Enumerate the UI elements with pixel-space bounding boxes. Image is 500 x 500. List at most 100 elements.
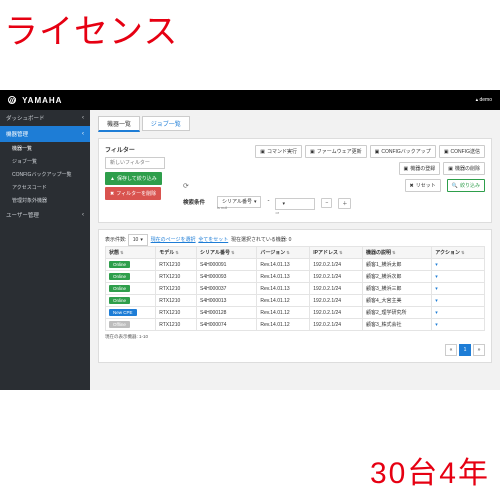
action-toolbar: ▣ コマンド実行 ▣ ファームウェア更新 ▣ CONFIGバックアップ ▣ CO…: [183, 145, 485, 158]
tab-device-list[interactable]: 機器一覧: [98, 116, 140, 132]
cond-or-label: or: [275, 210, 279, 215]
cell-ip: 192.0.2.1/24: [310, 307, 363, 319]
user-menu[interactable]: ▴ demo: [476, 97, 492, 103]
tab-job-list[interactable]: ジョブ一覧: [142, 116, 190, 131]
table-row[interactable]: Offline RTX1210S4H000074Rev.14.01.12192.0…: [106, 319, 485, 331]
chevron-left-icon: ‹: [82, 212, 84, 218]
cell-ip: 192.0.2.1/24: [310, 295, 363, 307]
cfg-send-button[interactable]: ▣ CONFIG送信: [439, 145, 485, 158]
table-footer-note: 現在の表示機器: 1-10: [105, 334, 485, 340]
license-title: ライセンス: [4, 4, 178, 53]
table-row[interactable]: New CPERTX1210S4H000128Rev.14.01.12192.0…: [106, 307, 485, 319]
cell-desc: 顧客1_横浜太郎: [362, 259, 431, 271]
subnav-device-list[interactable]: 機器一覧: [0, 142, 90, 155]
status-badge: Online: [109, 297, 130, 304]
subnav-unmanaged[interactable]: 管理対象外機器: [0, 194, 90, 207]
cell-desc: 顧客3_横浜三郎: [362, 283, 431, 295]
cfg-backup-button[interactable]: ▣ CONFIGバックアップ: [370, 145, 436, 158]
cell-desc: 顧客2_理学研究所: [362, 307, 431, 319]
cell-model: RTX1210: [156, 319, 197, 331]
cell-action[interactable]: ▾: [432, 319, 485, 331]
status-badge: Online: [109, 285, 130, 292]
table-row[interactable]: OnlineRTX1210S4H000091Rev.14.01.13192.0.…: [106, 259, 485, 271]
status-badge: New CPE: [109, 309, 137, 316]
cell-serial: S4H000091: [197, 259, 257, 271]
perpage-select[interactable]: 10: [128, 234, 148, 246]
cell-model: RTX1210: [156, 295, 197, 307]
device-delete-button[interactable]: ▣ 機器の削除: [443, 162, 485, 175]
filter-name-input[interactable]: [105, 157, 165, 169]
col-6[interactable]: アクション: [432, 247, 485, 259]
cond-remove-button[interactable]: −: [321, 198, 332, 208]
select-page-link[interactable]: 現在のページを選択: [151, 237, 196, 243]
topbar: YAMAHA ▴ demo: [0, 90, 500, 110]
cell-serial: S4H000074: [197, 319, 257, 331]
filter-delete-button[interactable]: ✖ フィルターを削除: [105, 187, 161, 200]
cmd-exec-button[interactable]: ▣ コマンド実行: [255, 145, 302, 158]
cell-model: RTX1210: [156, 283, 197, 295]
cell-ip: 192.0.2.1/24: [310, 271, 363, 283]
col-0[interactable]: 状態: [106, 247, 156, 259]
col-5[interactable]: 機器の説明: [362, 247, 431, 259]
cell-ip: 192.0.2.1/24: [310, 283, 363, 295]
table-row[interactable]: Online RTX1210S4H000037Rev.14.01.13192.0.…: [106, 283, 485, 295]
cell-model: RTX1210: [156, 307, 197, 319]
brand: YAMAHA: [8, 96, 62, 105]
cell-ip: 192.0.2.1/24: [310, 319, 363, 331]
license-subtitle: 30台4年: [370, 448, 490, 492]
cond-op-select[interactable]: [275, 198, 315, 210]
page-next-button[interactable]: »: [473, 344, 485, 356]
cell-action[interactable]: ▾: [432, 271, 485, 283]
refresh-icon[interactable]: [183, 182, 189, 190]
cond-add-button[interactable]: ＋: [338, 198, 351, 209]
device-table: 状態モデルシリアル番号バージョンIPアドレス機器の説明アクション OnlineR…: [105, 246, 485, 331]
cell-version: Rev.14.01.13: [257, 283, 310, 295]
nav-dashboard[interactable]: ダッシュボード‹: [0, 110, 90, 126]
cell-action[interactable]: ▾: [432, 295, 485, 307]
col-1[interactable]: モデル: [156, 247, 197, 259]
brand-text: YAMAHA: [22, 96, 62, 105]
cell-action[interactable]: ▾: [432, 283, 485, 295]
table-row[interactable]: OnlineRTX1210S4H000013Rev.14.01.12192.0.…: [106, 295, 485, 307]
nav-user-mgmt[interactable]: ユーザー管理‹: [0, 207, 90, 223]
subnav-job-list[interactable]: ジョブ一覧: [0, 155, 90, 168]
table-panel: 表示件数: 10 現在のページを選択 全てをセット 現在選択されている機器: 0…: [98, 229, 492, 363]
device-register-button[interactable]: ▣ 機器の登録: [399, 162, 441, 175]
subnav-config-backup[interactable]: CONFIGバックアップ一覧: [0, 168, 90, 181]
col-4[interactable]: IPアドレス: [310, 247, 363, 259]
filter-save-button[interactable]: ▲ 保存して絞り込み: [105, 172, 162, 185]
page-current[interactable]: 1: [459, 344, 471, 356]
chevron-left-icon: ‹: [82, 115, 84, 121]
fw-update-button[interactable]: ▣ ファームウェア更新: [305, 145, 367, 158]
subnav-access-code[interactable]: アクセスコード: [0, 181, 90, 194]
select-all-link[interactable]: 全てをセット: [198, 237, 228, 243]
col-2[interactable]: シリアル番号: [197, 247, 257, 259]
cond-dash: -: [267, 198, 269, 204]
perpage-label: 表示件数:: [105, 237, 126, 243]
nav-device-mgmt[interactable]: 機器管理‹: [0, 126, 90, 142]
reset-button[interactable]: ✖ リセット: [405, 179, 441, 192]
filter-panel: フィルター ▲ 保存して絞り込み ✖ フィルターを削除 ▣ コマンド実行 ▣ フ…: [98, 138, 492, 223]
status-badge: Offline: [109, 321, 130, 328]
sidebar: ダッシュボード‹ 機器管理‹ 機器一覧 ジョブ一覧 CONFIGバックアップ一覧…: [0, 110, 90, 390]
main-content: 機器一覧 ジョブ一覧 フィルター ▲ 保存して絞り込み ✖ フィルターを削除 ▣…: [90, 110, 500, 390]
cell-model: RTX1210: [156, 271, 197, 283]
search-cond-label: 検索条件: [183, 198, 205, 206]
pager: « 1 »: [105, 344, 485, 356]
status-badge: Online: [109, 261, 130, 268]
apply-filter-button[interactable]: 🔍 絞り込み: [447, 179, 485, 192]
brand-logo-icon: [8, 96, 16, 104]
reg-toolbar: ▣ 機器の登録 ▣ 機器の削除: [183, 162, 485, 175]
col-3[interactable]: バージョン: [257, 247, 310, 259]
cell-action[interactable]: ▾: [432, 259, 485, 271]
cell-model: RTX1210: [156, 259, 197, 271]
cell-version: Rev.14.01.12: [257, 307, 310, 319]
cell-serial: S4H000013: [197, 295, 257, 307]
cell-version: Rev.14.01.12: [257, 319, 310, 331]
cell-version: Rev.14.01.13: [257, 271, 310, 283]
cell-action[interactable]: ▾: [432, 307, 485, 319]
page-prev-button[interactable]: «: [445, 344, 457, 356]
table-row[interactable]: OnlineRTX1210S4H000093Rev.14.01.13192.0.…: [106, 271, 485, 283]
cell-serial: S4H000037: [197, 283, 257, 295]
filter-title: フィルター: [105, 145, 177, 154]
